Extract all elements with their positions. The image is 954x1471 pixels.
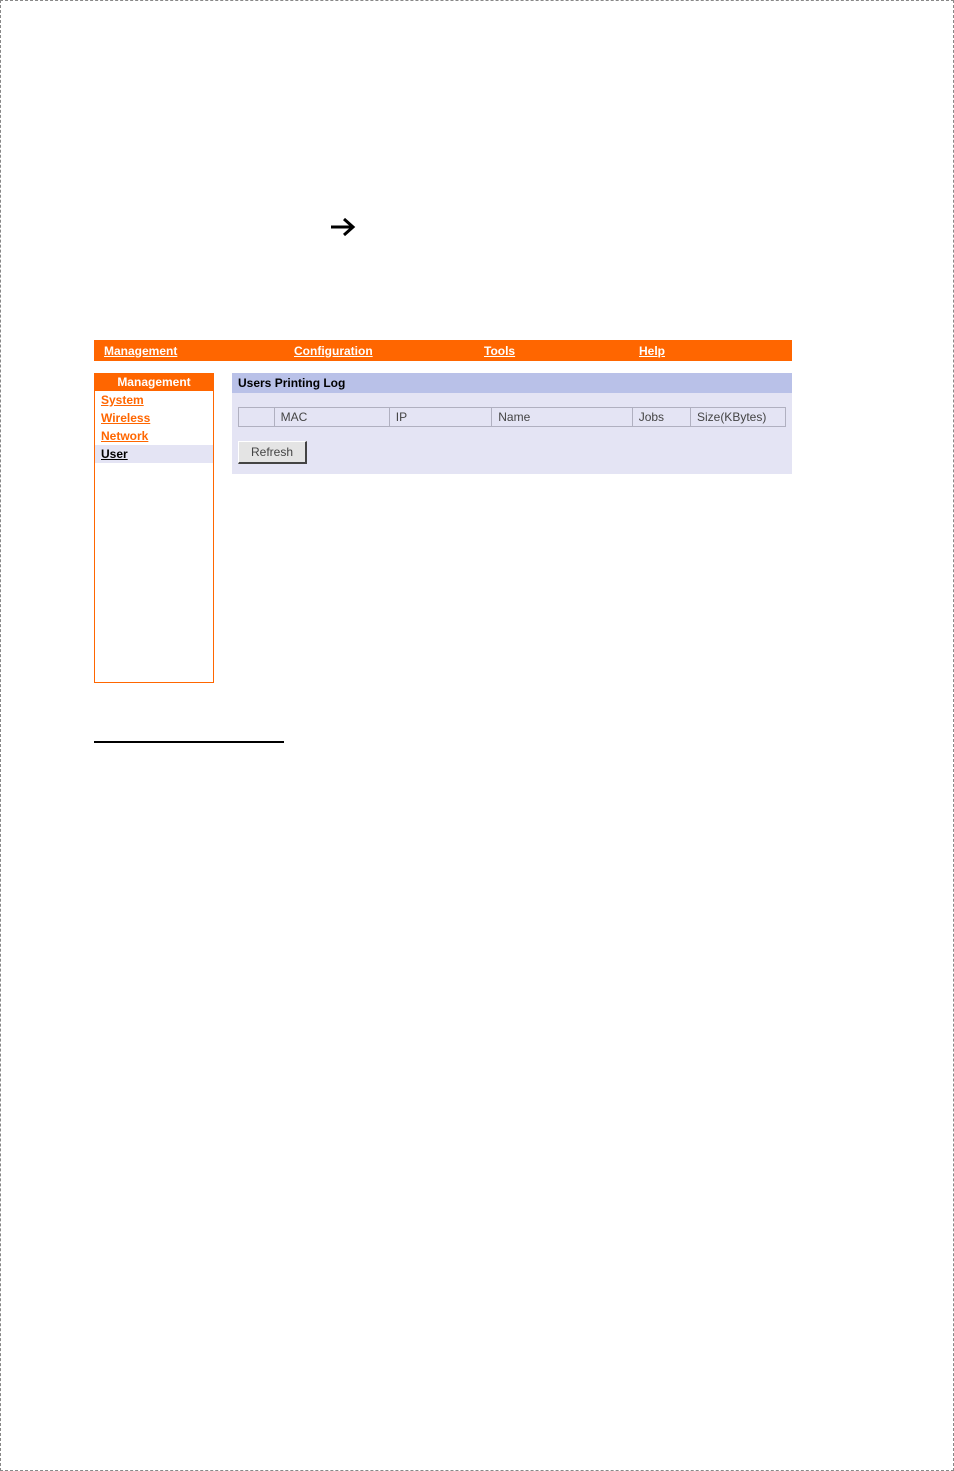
col-jobs: Jobs: [632, 408, 690, 427]
nav-tools[interactable]: Tools: [484, 344, 515, 358]
col-size: Size(KBytes): [690, 408, 785, 427]
sidebar-item-wireless[interactable]: Wireless: [95, 409, 213, 427]
refresh-button[interactable]: Refresh: [238, 441, 307, 464]
nav-management[interactable]: Management: [104, 344, 177, 358]
nav-help[interactable]: Help: [639, 344, 665, 358]
col-mac: MAC: [274, 408, 389, 427]
col-blank: [239, 408, 275, 427]
nav-configuration[interactable]: Configuration: [294, 344, 373, 358]
sidebar: Management System Wireless Network User: [94, 373, 214, 683]
content: Users Printing Log MAC IP Name Jobs Size…: [232, 373, 792, 474]
app-frame: Management Configuration Tools Help Mana…: [94, 340, 792, 683]
col-name: Name: [492, 408, 632, 427]
body-area: Management System Wireless Network User …: [94, 373, 792, 683]
table-header-row: MAC IP Name Jobs Size(KBytes): [239, 408, 786, 427]
top-nav: Management Configuration Tools Help: [94, 340, 792, 361]
arrow-right-icon: [329, 213, 357, 245]
col-ip: IP: [389, 408, 492, 427]
log-table: MAC IP Name Jobs Size(KBytes): [238, 407, 786, 427]
sidebar-item-system[interactable]: System: [95, 391, 213, 409]
sidebar-item-user[interactable]: User: [95, 445, 213, 463]
panel-body: MAC IP Name Jobs Size(KBytes) Refresh: [232, 393, 792, 474]
page: Management Configuration Tools Help Mana…: [0, 0, 954, 1471]
panel-title: Users Printing Log: [232, 373, 792, 393]
sidebar-header: Management: [95, 374, 213, 391]
divider: [94, 741, 284, 743]
sidebar-item-network[interactable]: Network: [95, 427, 213, 445]
